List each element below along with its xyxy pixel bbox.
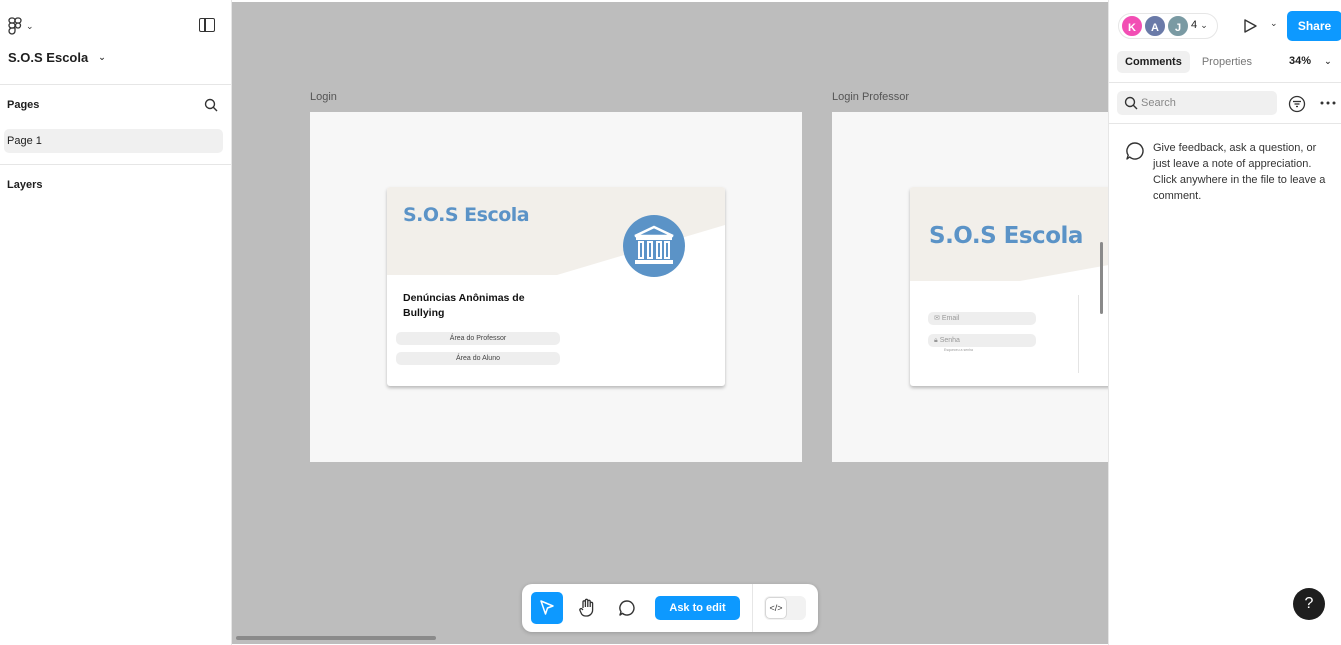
zoom-value: 34% bbox=[1289, 55, 1312, 67]
share-button[interactable]: Share bbox=[1287, 11, 1341, 41]
divider bbox=[752, 584, 753, 632]
horizontal-scrollbar[interactable] bbox=[236, 636, 436, 640]
school-building-icon bbox=[623, 215, 685, 277]
figma-logo-icon bbox=[8, 17, 22, 35]
hand-icon bbox=[579, 598, 594, 617]
student-area-button[interactable]: Área do Aluno bbox=[396, 352, 560, 365]
chevron-down-icon[interactable]: ⌄ bbox=[1270, 18, 1278, 29]
chevron-down-icon: ⌄ bbox=[1324, 56, 1332, 66]
left-panel: ⌄ S.O.S Escola ⌄ Pages Page 1 Layers bbox=[0, 0, 232, 645]
right-panel: K A J 4 ⌄ ⌄ Share Comments Properties 34… bbox=[1108, 0, 1341, 645]
chevron-down-icon: ⌄ bbox=[26, 20, 34, 31]
email-placeholder: Email bbox=[941, 315, 960, 322]
avatar[interactable]: K bbox=[1120, 14, 1144, 38]
help-button[interactable]: ? bbox=[1293, 588, 1325, 620]
email-field[interactable]: ✉ Email bbox=[928, 312, 1036, 325]
cursor-icon bbox=[540, 600, 554, 615]
avatar-initial: K bbox=[1128, 22, 1136, 34]
move-tool-button[interactable] bbox=[531, 592, 563, 624]
frame-label-login[interactable]: Login bbox=[310, 91, 337, 103]
avatar-initial: J bbox=[1174, 22, 1182, 34]
login-card: S.O.S Escola Denúncias Anônimas de Bully… bbox=[387, 187, 725, 386]
frame-label-login-professor[interactable]: Login Professor bbox=[832, 91, 909, 103]
zoom-control[interactable]: 34% ⌄ bbox=[1289, 55, 1332, 67]
comment-icon bbox=[619, 600, 635, 616]
sidebar-toggle-icon[interactable] bbox=[199, 18, 215, 32]
main-menu-button[interactable]: ⌄ bbox=[8, 16, 34, 36]
panel-tabs: Comments Properties bbox=[1117, 51, 1260, 73]
avatar[interactable]: A bbox=[1143, 14, 1167, 38]
brand-title: S.O.S Escola bbox=[403, 204, 530, 226]
comments-search[interactable] bbox=[1117, 91, 1277, 115]
hand-tool-button[interactable] bbox=[571, 592, 603, 624]
pages-title: Pages bbox=[7, 99, 40, 111]
file-name: S.O.S Escola bbox=[8, 50, 89, 65]
search-input[interactable] bbox=[1141, 91, 1271, 115]
divider bbox=[1109, 123, 1341, 124]
chevron-down-icon: ⌄ bbox=[1200, 20, 1208, 30]
professor-card: S.O.S Escola ✉ Email 🔒︎ Senha Esqueceu a… bbox=[910, 187, 1108, 386]
canvas[interactable]: Login S.O.S Escola Denúncias Anônimas de bbox=[232, 2, 1108, 644]
comment-bubble-icon bbox=[1126, 142, 1144, 160]
teacher-area-button[interactable]: Área do Professor bbox=[396, 332, 560, 345]
divider bbox=[1078, 295, 1079, 373]
present-play-icon[interactable] bbox=[1242, 18, 1258, 34]
search-icon[interactable] bbox=[204, 98, 218, 112]
bottom-toolbar: Ask to edit </> bbox=[522, 584, 818, 632]
file-name-button[interactable]: S.O.S Escola ⌄ bbox=[8, 50, 106, 65]
collaborator-count: 4 ⌄ bbox=[1191, 19, 1208, 31]
mail-icon: ✉ bbox=[934, 315, 940, 322]
page-item[interactable]: Page 1 bbox=[4, 129, 223, 153]
search-icon bbox=[1124, 96, 1138, 110]
layers-title: Layers bbox=[7, 179, 43, 191]
more-options-icon[interactable] bbox=[1320, 100, 1336, 106]
tab-properties[interactable]: Properties bbox=[1194, 51, 1260, 73]
dev-mode-toggle[interactable]: </> bbox=[764, 596, 806, 620]
lock-icon: 🔒︎ bbox=[934, 337, 938, 344]
divider bbox=[1109, 82, 1341, 83]
comment-tool-button[interactable] bbox=[611, 592, 643, 624]
divider bbox=[0, 164, 231, 165]
frame-login[interactable]: S.O.S Escola Denúncias Anônimas de Bully… bbox=[310, 112, 802, 462]
password-placeholder: Senha bbox=[939, 337, 960, 344]
avatar[interactable]: J bbox=[1166, 14, 1190, 38]
chevron-down-icon: ⌄ bbox=[98, 52, 106, 62]
brand-title: S.O.S Escola bbox=[929, 223, 1083, 249]
vertical-scrollbar[interactable] bbox=[1100, 242, 1103, 314]
frame-login-professor[interactable]: S.O.S Escola ✉ Email 🔒︎ Senha Esqueceu a… bbox=[832, 112, 1108, 462]
ask-to-edit-button[interactable]: Ask to edit bbox=[655, 596, 740, 620]
code-icon: </> bbox=[765, 597, 787, 619]
divider bbox=[0, 84, 231, 85]
filter-icon[interactable] bbox=[1288, 95, 1306, 113]
forgot-password-link[interactable]: Esqueceu a senha bbox=[944, 348, 973, 352]
comments-empty-hint: Give feedback, ask a question, or just l… bbox=[1153, 142, 1326, 202]
password-field[interactable]: 🔒︎ Senha bbox=[928, 334, 1036, 347]
avatar-initial: A bbox=[1151, 22, 1159, 34]
collaborator-count-value: 4 bbox=[1191, 19, 1198, 31]
headline: Denúncias Anônimas de Bullying bbox=[403, 292, 525, 319]
tab-comments[interactable]: Comments bbox=[1117, 51, 1190, 73]
